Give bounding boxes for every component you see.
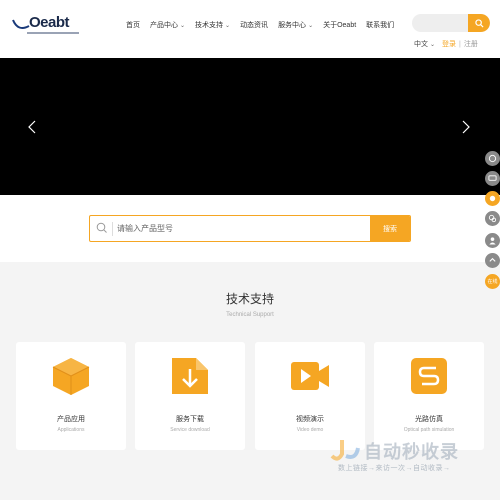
watermark-subtitle: 数上链接→来访一次→自动收录→ — [338, 465, 451, 472]
search-icon — [96, 222, 107, 233]
product-search-bar: 搜索 — [89, 215, 411, 242]
nav-label: 服务中心 — [278, 22, 307, 29]
section-title: 技术支持 — [225, 292, 274, 306]
float-user-button[interactable] — [485, 233, 500, 248]
carousel-prev-button[interactable] — [28, 120, 36, 136]
arrow-up-icon — [489, 257, 496, 262]
logo-tagline — [27, 32, 79, 34]
float-chat-button[interactable] — [485, 171, 500, 186]
chevron-down-icon: ⌄ — [225, 22, 231, 29]
section-subtitle: Technical Support — [226, 312, 274, 318]
nav-label: 技术支持 — [195, 22, 224, 29]
float-wechat-button[interactable] — [485, 211, 500, 226]
login-link[interactable]: 登录 — [442, 39, 456, 49]
site-header: Oeabt 首页 产品中心 ⌄ 技术支持 ⌄ 动态资讯 服务中心 ⌄ 关于Oeabt … — [0, 0, 500, 58]
nav-item-support[interactable]: 技术支持 ⌄ — [195, 20, 230, 30]
chat-icon — [488, 175, 497, 181]
card-applications[interactable]: 产品应用 Applications — [16, 342, 126, 450]
nav-label: 关于Oeabt — [323, 22, 357, 29]
product-search-input[interactable] — [117, 216, 367, 241]
user-icon — [489, 237, 496, 245]
cube-icon — [52, 358, 90, 395]
product-search-button[interactable]: 搜索 — [370, 216, 410, 241]
video-icon — [291, 362, 329, 390]
card-label: 服务下载 — [176, 416, 204, 423]
divider: | — [459, 40, 461, 48]
simulation-icon — [411, 358, 447, 394]
nav-label: 动态资讯 — [240, 22, 269, 29]
logo-swoosh-icon — [12, 19, 30, 29]
wechat-icon — [488, 214, 497, 223]
header-search[interactable] — [412, 14, 490, 32]
logo-text: Oeabt — [29, 14, 70, 31]
hero-banner — [0, 58, 500, 195]
main-nav: 首页 产品中心 ⌄ 技术支持 ⌄ 动态资讯 服务中心 ⌄ 关于Oeabt 联系我们 — [126, 20, 404, 30]
card-optical-simulation[interactable]: 光路仿真 Optical path simulation — [374, 342, 484, 450]
card-video-demo[interactable]: 视频演示 Video demo — [255, 342, 365, 450]
chevron-left-icon — [28, 120, 36, 134]
card-service-download[interactable]: 服务下载 Service download — [135, 342, 245, 450]
divider — [112, 222, 113, 236]
card-sublabel: Video demo — [296, 427, 324, 433]
nav-label: 产品中心 — [150, 22, 178, 29]
float-consult-button[interactable] — [485, 191, 500, 206]
nav-label: 首页 — [126, 22, 140, 29]
card-label: 光路仿真 — [415, 416, 443, 423]
chevron-down-icon: ⌄ — [430, 41, 436, 48]
carousel-next-button[interactable] — [462, 120, 470, 136]
chevron-down-icon: ⌄ — [180, 22, 186, 29]
user-links: 中文 ⌄ 登录 | 注册 — [414, 39, 478, 49]
language-selector[interactable]: 中文 — [414, 39, 428, 49]
watermark-logo-icon — [330, 440, 360, 461]
nav-item-about[interactable]: 关于Oeabt — [323, 20, 356, 30]
search-icon — [474, 18, 484, 28]
chevron-right-icon — [462, 120, 470, 134]
float-service-button[interactable] — [485, 151, 500, 166]
header-search-button[interactable] — [468, 14, 490, 32]
nav-item-service[interactable]: 服务中心 ⌄ — [278, 20, 313, 30]
card-label: 视频演示 — [296, 416, 324, 423]
nav-item-news[interactable]: 动态资讯 — [240, 20, 268, 30]
chevron-down-icon: ⌄ — [308, 22, 314, 29]
watermark-title: 自动秒收录 — [364, 442, 459, 462]
nav-item-home[interactable]: 首页 — [126, 20, 140, 30]
float-online-button[interactable]: 在线 — [485, 274, 500, 289]
nav-item-products[interactable]: 产品中心 ⌄ — [150, 20, 185, 30]
headset-icon — [488, 154, 497, 163]
card-sublabel: Service download — [170, 427, 210, 433]
download-icon — [172, 358, 208, 394]
nav-item-contact[interactable]: 联系我们 — [366, 20, 394, 30]
card-sublabel: Optical path simulation — [403, 427, 455, 433]
logo[interactable]: Oeabt — [12, 14, 79, 36]
nav-label: 联系我们 — [366, 22, 395, 29]
watermark: 自动秒收录 数上链接→来访一次→自动收录→ — [328, 436, 488, 476]
message-icon — [489, 195, 496, 202]
card-label: 产品应用 — [57, 416, 85, 423]
register-link[interactable]: 注册 — [464, 39, 478, 49]
card-sublabel: Applications — [57, 427, 85, 433]
back-to-top-button[interactable] — [485, 253, 500, 268]
